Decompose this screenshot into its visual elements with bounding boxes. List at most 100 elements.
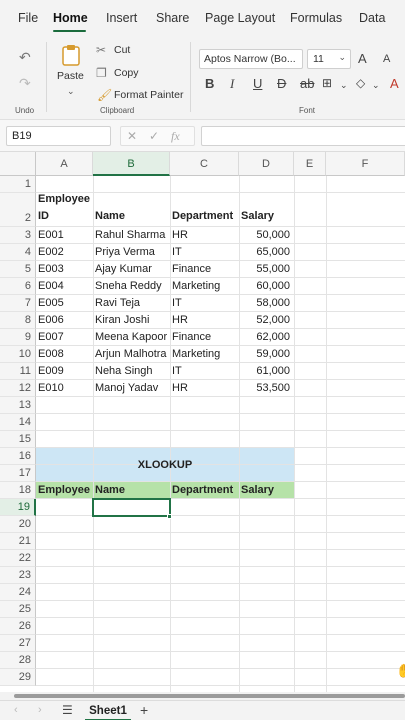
insert-function-button[interactable]: fx [171,129,180,144]
employee-id-cell[interactable]: E001 [36,227,93,244]
copy-icon[interactable]: ❐ [96,66,107,80]
row-header-8[interactable]: 8 [0,312,36,329]
column-header-a[interactable]: A [36,152,93,176]
row-header-19[interactable]: 19 [0,499,36,516]
employee-department-cell[interactable]: IT [170,244,239,261]
sheet-list-icon[interactable]: ☰ [62,703,73,717]
tab-page-layout[interactable]: Page Layout [205,11,275,25]
column-header-b[interactable]: B [93,152,170,176]
employee-salary-cell[interactable]: 65,000 [239,244,294,261]
row-header-18[interactable]: 18 [0,482,36,499]
employee-salary-cell[interactable]: 53,500 [239,380,294,397]
row-header-1[interactable]: 1 [0,176,36,193]
row-header-14[interactable]: 14 [0,414,36,431]
prev-sheet-icon[interactable]: ‹ [14,704,18,716]
employee-salary-cell[interactable]: 59,000 [239,346,294,363]
row-header-13[interactable]: 13 [0,397,36,414]
paste-button[interactable]: Paste ⌄ [54,44,88,100]
row-header-28[interactable]: 28 [0,652,36,669]
strikethrough-icon[interactable]: ab [300,76,314,91]
redo-icon[interactable]: ↷ [19,76,31,90]
borders-icon[interactable]: ⊞ [322,76,332,90]
employee-name-cell[interactable]: Arjun Malhotra [93,346,170,363]
row-header-27[interactable]: 27 [0,635,36,652]
scrollbar-thumb[interactable] [14,694,405,698]
bold-icon[interactable]: B [205,76,214,91]
scissors-icon[interactable]: ✂ [96,43,106,57]
row-header-20[interactable]: 20 [0,516,36,533]
row-header-4[interactable]: 4 [0,244,36,261]
employee-id-cell[interactable]: E008 [36,346,93,363]
employee-department-cell[interactable]: IT [170,363,239,380]
tab-insert[interactable]: Insert [106,11,137,25]
column-header-e[interactable]: E [294,152,326,176]
column-header-d[interactable]: D [239,152,294,176]
row-header-6[interactable]: 6 [0,278,36,295]
row-header-3[interactable]: 3 [0,227,36,244]
column-header-f[interactable]: F [326,152,405,176]
tab-formulas[interactable]: Formulas [290,11,342,25]
add-sheet-button[interactable]: + [140,702,148,718]
formula-input[interactable] [201,126,405,146]
row-header-26[interactable]: 26 [0,618,36,635]
row-header-7[interactable]: 7 [0,295,36,312]
grow-font-button[interactable]: A [358,51,367,66]
select-all-corner[interactable] [0,152,36,176]
employee-id-cell[interactable]: E009 [36,363,93,380]
format-painter-icon[interactable]: 🖌 [97,88,112,102]
employee-department-cell[interactable]: Marketing [170,346,239,363]
row-header-10[interactable]: 10 [0,346,36,363]
employee-id-cell[interactable]: E003 [36,261,93,278]
employee-name-cell[interactable]: Meena Kapoor [93,329,170,346]
row-header-16[interactable]: 16 [0,448,36,465]
tab-share[interactable]: Share [156,11,189,25]
tab-home[interactable]: Home [53,11,88,25]
employee-name-cell[interactable]: Ravi Teja [93,295,170,312]
employee-department-cell[interactable]: Finance [170,261,239,278]
employee-salary-cell[interactable]: 60,000 [239,278,294,295]
copy-button[interactable]: Copy [114,67,139,79]
employee-salary-cell[interactable]: 50,000 [239,227,294,244]
font-size-select[interactable]: 11 ⌄ [307,49,351,69]
employee-department-cell[interactable]: HR [170,312,239,329]
employee-department-cell[interactable]: Marketing [170,278,239,295]
font-name-select[interactable]: Aptos Narrow (Bo... [199,49,303,69]
employee-name-cell[interactable]: Neha Singh [93,363,170,380]
employee-name-cell[interactable]: Rahul Sharma [93,227,170,244]
undo-icon[interactable]: ↶ [19,50,31,64]
employee-name-cell[interactable]: Priya Verma [93,244,170,261]
column-header-c[interactable]: C [170,152,239,176]
double-underline-icon[interactable]: D [277,76,286,91]
tab-data[interactable]: Data [359,11,385,25]
name-box[interactable]: B19 [6,126,111,146]
employee-department-cell[interactable]: Finance [170,329,239,346]
horizontal-scrollbar[interactable] [0,692,405,700]
format-painter-button[interactable]: Format Painter [114,89,183,101]
row-header-2[interactable]: 2 [0,193,36,227]
underline-icon[interactable]: U [253,76,262,91]
row-header-15[interactable]: 15 [0,431,36,448]
employee-department-cell[interactable]: HR [170,380,239,397]
employee-department-cell[interactable]: HR [170,227,239,244]
cancel-icon[interactable]: ✕ [127,129,137,143]
tab-file[interactable]: File [18,11,38,25]
employee-name-cell[interactable]: Kiran Joshi [93,312,170,329]
worksheet-grid[interactable]: A B C D E F 1 2 3 4 5 6 7 8 9 10 11 12 13 14 15 16 17 18 1… [0,152,405,692]
employee-name-cell[interactable]: Manoj Yadav [93,380,170,397]
row-header-29[interactable]: 29 [0,669,36,686]
employee-salary-cell[interactable]: 55,000 [239,261,294,278]
employee-name-cell[interactable]: Sneha Reddy [93,278,170,295]
employee-name-cell[interactable]: Ajay Kumar [93,261,170,278]
row-header-11[interactable]: 11 [0,363,36,380]
active-cell-b19[interactable] [92,498,171,517]
employee-id-cell[interactable]: E007 [36,329,93,346]
employee-id-cell[interactable]: E006 [36,312,93,329]
confirm-icon[interactable]: ✓ [149,129,159,143]
row-header-22[interactable]: 22 [0,550,36,567]
fill-color-icon[interactable]: ◇ [356,76,365,90]
employee-id-cell[interactable]: E004 [36,278,93,295]
row-header-21[interactable]: 21 [0,533,36,550]
row-header-17[interactable]: 17 [0,465,36,482]
sheet-tab-sheet1[interactable]: Sheet1 [85,701,131,720]
employee-salary-cell[interactable]: 62,000 [239,329,294,346]
